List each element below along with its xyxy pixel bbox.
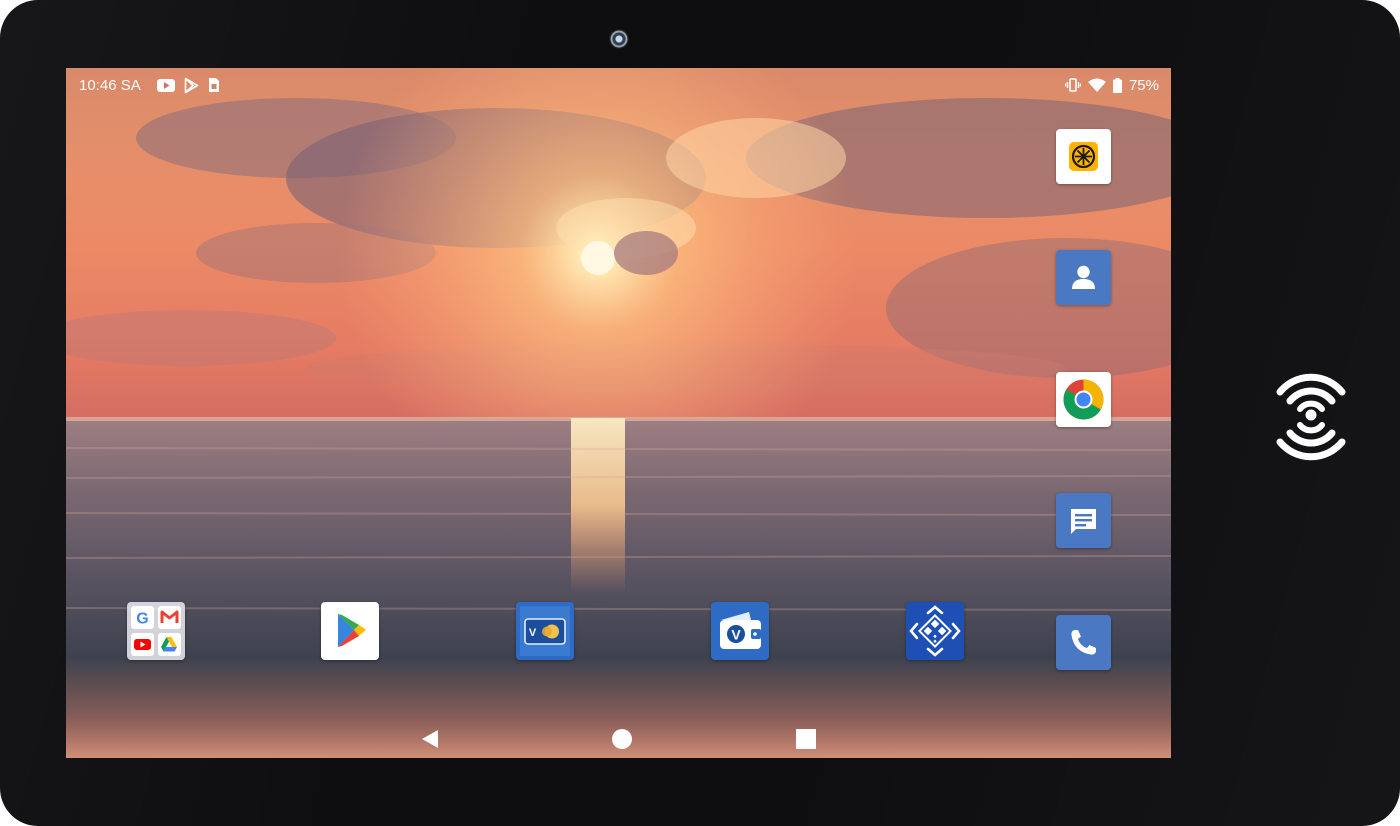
google-apps-folder-icon[interactable]: G	[127, 602, 185, 660]
play-store-notification-icon	[184, 77, 199, 93]
google-icon: G	[131, 606, 154, 629]
svg-text:V: V	[731, 627, 741, 643]
svg-text:G: G	[136, 611, 148, 628]
svg-text:V: V	[529, 627, 537, 639]
contacts-icon[interactable]	[1056, 250, 1111, 305]
lemon-app-icon[interactable]	[1056, 129, 1111, 184]
gmail-icon	[158, 606, 181, 629]
status-bar: 10:46 SA 75%	[66, 68, 1171, 102]
youtube-icon	[131, 633, 154, 656]
wifi-icon	[1087, 78, 1106, 92]
back-icon[interactable]	[419, 728, 441, 750]
qr-scan-icon[interactable]	[906, 602, 964, 660]
youtube-notification-icon	[157, 78, 175, 92]
phone-icon[interactable]	[1056, 615, 1111, 670]
nfc-icon	[1276, 373, 1346, 461]
tablet-device: 10:46 SA 75% G V V	[0, 0, 1400, 826]
play-store-icon[interactable]	[321, 602, 379, 660]
sim-card-icon	[209, 78, 219, 92]
battery-icon	[1112, 77, 1122, 93]
battery-percentage: 75%	[1128, 76, 1159, 94]
vnpay-card-icon[interactable]: V	[516, 602, 574, 660]
messages-icon[interactable]	[1056, 493, 1111, 548]
vnpay-wallet-icon[interactable]: V	[711, 602, 769, 660]
sunset-wallpaper	[66, 68, 1171, 758]
status-time: 10:46 SA	[79, 77, 141, 94]
drive-icon	[158, 633, 181, 656]
recents-icon[interactable]	[795, 728, 817, 750]
tablet-screen: 10:46 SA 75% G V V	[66, 68, 1171, 758]
navigation-bar	[66, 718, 1171, 758]
front-camera-icon	[609, 29, 629, 49]
vibrate-icon	[1064, 78, 1081, 92]
home-icon[interactable]	[611, 728, 633, 750]
chrome-icon[interactable]	[1056, 372, 1111, 427]
